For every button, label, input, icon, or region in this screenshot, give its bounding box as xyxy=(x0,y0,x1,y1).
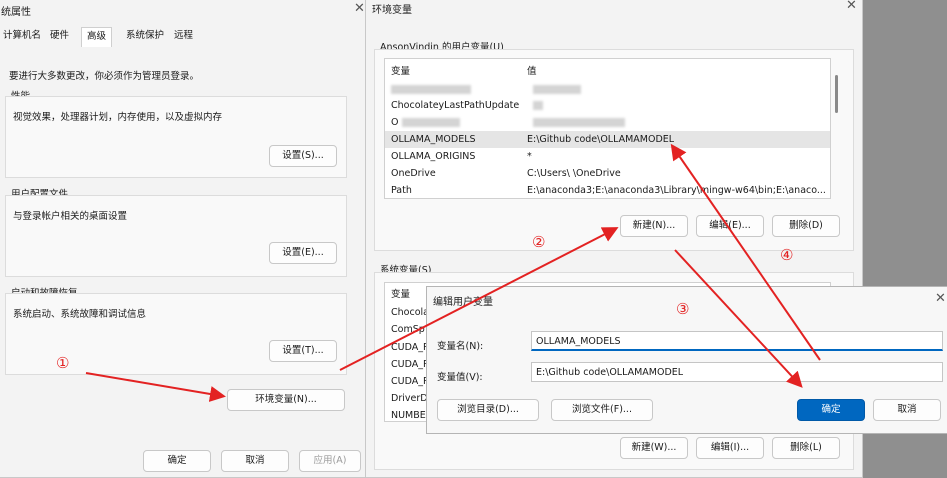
arrow-3 xyxy=(674,249,803,388)
annotation-3: ③ xyxy=(676,300,690,318)
arrow-1 xyxy=(85,372,226,402)
annotation-4: ④ xyxy=(780,246,794,264)
annotation-arrows xyxy=(85,143,821,402)
annotation-2: ② xyxy=(532,233,546,251)
annotation-1: ① xyxy=(56,354,70,372)
arrow-2 xyxy=(339,227,619,371)
